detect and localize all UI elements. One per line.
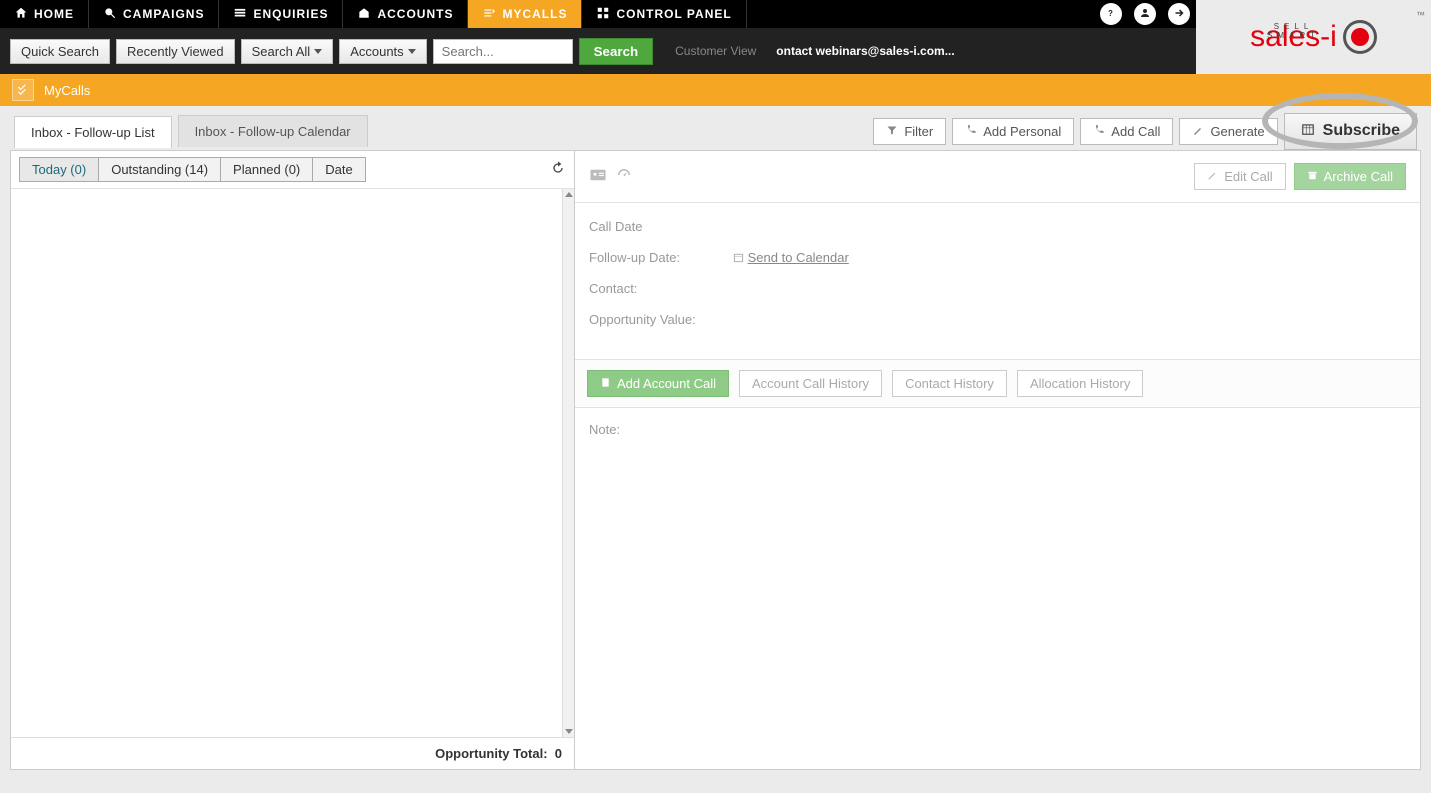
followup-date-label: Follow-up Date: <box>589 250 729 265</box>
search-input[interactable] <box>433 39 573 64</box>
opp-value-label: Opportunity Value: <box>589 312 696 327</box>
nav-control-panel-label: CONTROL PANEL <box>616 7 731 21</box>
add-call-label: Add Call <box>1111 124 1160 139</box>
add-personal-label: Add Personal <box>983 124 1061 139</box>
nav-accounts-label: ACCOUNTS <box>377 7 453 21</box>
note-label: Note: <box>589 422 620 437</box>
search-button[interactable]: Search <box>579 38 653 65</box>
customer-email: ontact webinars@sales-i.com... <box>776 44 954 58</box>
campaigns-icon <box>103 6 117 23</box>
contact-history-button[interactable]: Contact History <box>892 370 1007 397</box>
logo-tagline: SELL SMART <box>1250 22 1337 40</box>
logout-button[interactable] <box>1168 3 1190 25</box>
scrollbar[interactable] <box>562 189 574 737</box>
seg-planned[interactable]: Planned (0) <box>221 157 313 182</box>
archive-icon <box>1307 169 1318 184</box>
nav-accounts[interactable]: ACCOUNTS <box>343 0 468 28</box>
calendar-grid-icon <box>1301 122 1315 141</box>
svg-text:?: ? <box>1108 9 1113 18</box>
phone-plus-icon <box>965 124 977 139</box>
phone-icon <box>1093 124 1105 139</box>
customer-view-label: Customer View <box>675 44 756 58</box>
nav-home-label: HOME <box>34 7 74 21</box>
filter-icon <box>886 124 898 139</box>
call-date-label: Call Date <box>589 219 729 234</box>
logo-tm: ™ <box>1416 10 1425 20</box>
subscribe-label: Subscribe <box>1323 122 1400 140</box>
contact-card-icon <box>589 166 607 187</box>
subscribe-button[interactable]: Subscribe <box>1284 113 1417 150</box>
opp-total-label: Opportunity Total: <box>435 746 547 761</box>
add-account-call-button[interactable]: Add Account Call <box>587 370 729 397</box>
nav-campaigns-label: CAMPAIGNS <box>123 7 204 21</box>
help-button[interactable]: ? <box>1100 3 1122 25</box>
search-all-label: Search All <box>252 44 311 59</box>
recently-viewed-label: Recently Viewed <box>127 44 224 59</box>
allocation-history-label: Allocation History <box>1030 376 1130 391</box>
archive-call-button[interactable]: Archive Call <box>1294 163 1406 190</box>
send-to-calendar-link[interactable]: Send to Calendar <box>733 250 849 265</box>
home-icon <box>14 6 28 23</box>
nav-mycalls-label: MYCALLS <box>502 7 567 21</box>
contact-history-label: Contact History <box>905 376 994 391</box>
logo-circle-icon <box>1343 20 1377 54</box>
recently-viewed-button[interactable]: Recently Viewed <box>116 39 235 64</box>
mycalls-page-icon <box>12 79 34 101</box>
add-personal-button[interactable]: Add Personal <box>952 118 1074 145</box>
nav-enquiries-label: ENQUIRIES <box>253 7 328 21</box>
nav-mycalls[interactable]: MYCALLS <box>468 0 582 28</box>
page-title: MyCalls <box>44 83 90 98</box>
nav-enquiries[interactable]: ENQUIRIES <box>219 0 343 28</box>
allocation-history-button[interactable]: Allocation History <box>1017 370 1143 397</box>
generate-button[interactable]: Generate <box>1179 118 1277 145</box>
page-header: MyCalls <box>0 74 1431 106</box>
add-call-button[interactable]: Add Call <box>1080 118 1173 145</box>
account-call-history-label: Account Call History <box>752 376 869 391</box>
gauge-icon <box>615 166 633 187</box>
search-all-dropdown[interactable]: Search All <box>241 39 334 64</box>
segment-control: Today (0) Outstanding (14) Planned (0) D… <box>19 157 366 182</box>
edit-call-label: Edit Call <box>1224 169 1272 184</box>
control-panel-icon <box>596 6 610 23</box>
enquiries-icon <box>233 6 247 23</box>
filter-label: Filter <box>904 124 933 139</box>
caret-down-icon <box>314 49 322 54</box>
accounts-icon <box>357 6 371 23</box>
send-to-calendar-label: Send to Calendar <box>748 250 849 265</box>
quick-search-button[interactable]: Quick Search <box>10 39 110 64</box>
user-icon <box>1139 7 1151 22</box>
plus-doc-icon <box>600 376 611 391</box>
generate-label: Generate <box>1210 124 1264 139</box>
nav-home[interactable]: HOME <box>0 0 89 28</box>
user-button[interactable] <box>1134 3 1156 25</box>
caret-down-icon <box>408 49 416 54</box>
archive-call-label: Archive Call <box>1324 169 1393 184</box>
accounts-dropdown[interactable]: Accounts <box>339 39 426 64</box>
seg-date[interactable]: Date <box>313 157 365 182</box>
mycalls-icon <box>482 6 496 23</box>
edit-call-button[interactable]: Edit Call <box>1194 163 1285 190</box>
pencil-icon <box>1207 169 1218 184</box>
nav-control-panel[interactable]: CONTROL PANEL <box>582 0 746 28</box>
refresh-button[interactable] <box>550 160 566 179</box>
quick-search-label: Quick Search <box>21 44 99 59</box>
seg-outstanding[interactable]: Outstanding (14) <box>99 157 221 182</box>
accounts-dd-label: Accounts <box>350 44 403 59</box>
arrow-right-icon <box>1173 7 1185 22</box>
seg-today[interactable]: Today (0) <box>19 157 99 182</box>
opportunity-total: Opportunity Total: 0 <box>11 737 574 769</box>
opp-total-value: 0 <box>555 746 562 761</box>
brand-logo: sales-i SELL SMART ™ <box>1196 0 1431 74</box>
account-call-history-button[interactable]: Account Call History <box>739 370 882 397</box>
nav-campaigns[interactable]: CAMPAIGNS <box>89 0 219 28</box>
contact-label: Contact: <box>589 281 729 296</box>
help-icon: ? <box>1105 7 1117 22</box>
add-account-call-label: Add Account Call <box>617 376 716 391</box>
wand-icon <box>1192 124 1204 139</box>
tab-followup-list[interactable]: Inbox - Follow-up List <box>14 116 172 148</box>
tab-followup-calendar[interactable]: Inbox - Follow-up Calendar <box>178 115 368 147</box>
call-list <box>11 189 574 737</box>
filter-button[interactable]: Filter <box>873 118 946 145</box>
